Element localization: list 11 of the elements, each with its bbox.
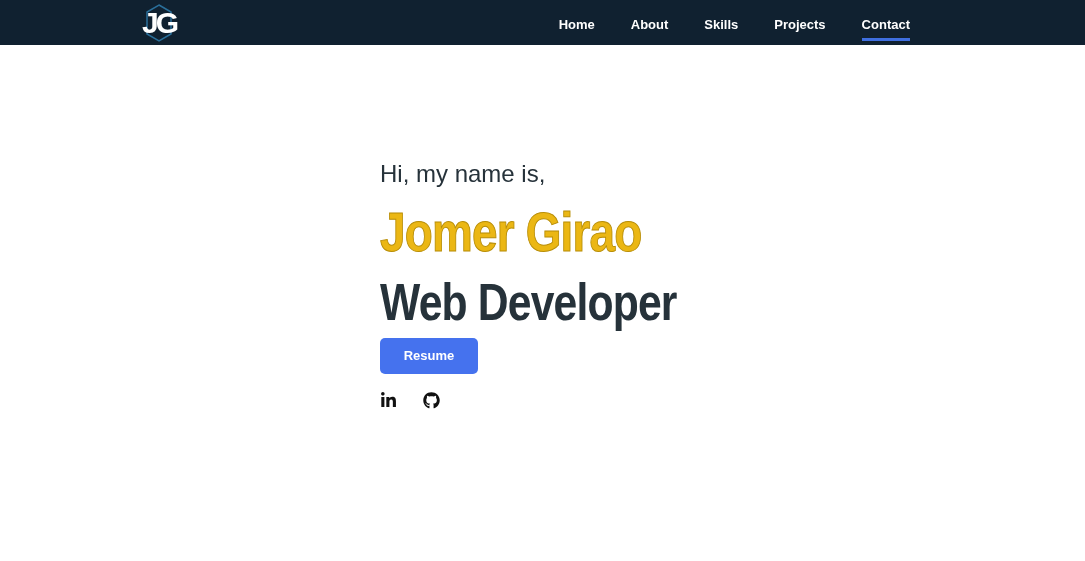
nav-link[interactable]: Projects	[774, 11, 826, 41]
resume-button[interactable]: Resume	[380, 337, 478, 374]
nav-link[interactable]: About	[630, 11, 669, 41]
github-icon[interactable]	[423, 391, 440, 409]
name-heading: Jomer Girao	[380, 199, 642, 265]
linkedin-icon[interactable]	[380, 391, 397, 409]
nav-link[interactable]: Skills	[704, 11, 739, 41]
nav-link[interactable]: Contact	[861, 11, 910, 41]
greeting-text: Hi, my name is,	[380, 160, 546, 188]
role-heading: Web Developer	[380, 272, 677, 334]
nav-link[interactable]: Home	[558, 11, 595, 41]
